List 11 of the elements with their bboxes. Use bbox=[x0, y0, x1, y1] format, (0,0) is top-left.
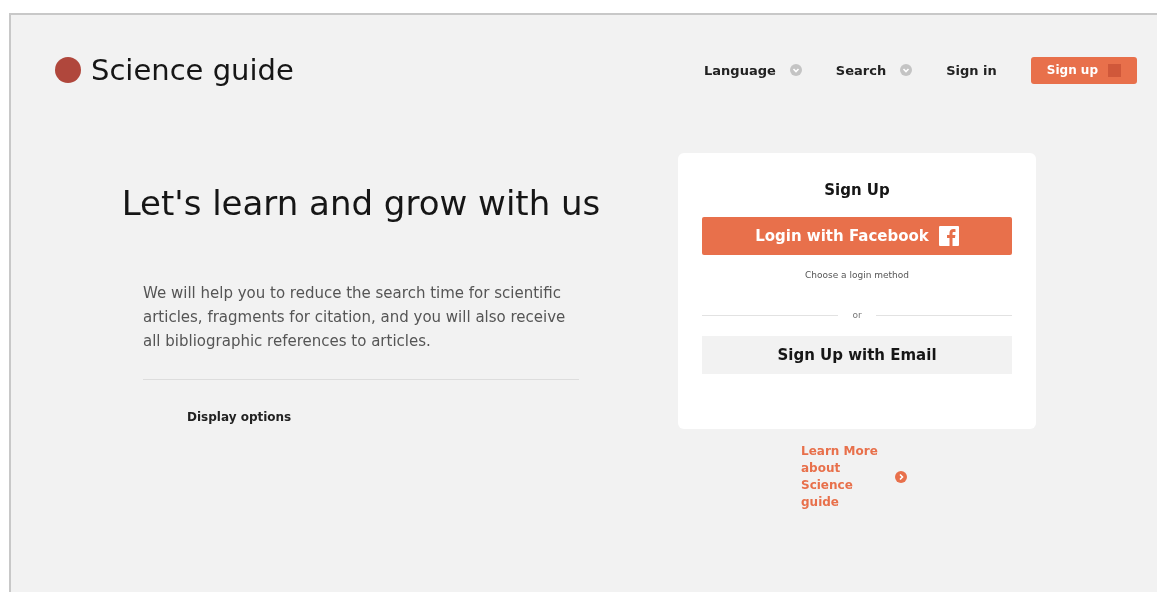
hero-text: We will help you to reduce the search time for scientific articles, fragments for citation, and you will also receive all bibliographic references to articles. bbox=[143, 283, 567, 352]
display-options-label: Display options bbox=[187, 410, 293, 424]
brand-name: Science guide bbox=[91, 53, 294, 87]
nav-dropdown[interactable]: Search bbox=[835, 62, 913, 78]
login-hint: Choose a login method bbox=[805, 270, 909, 280]
nav-dropdown[interactable]: Language bbox=[704, 62, 802, 78]
separator-label: or bbox=[852, 310, 862, 320]
nav-link[interactable]: Sign in bbox=[946, 62, 997, 78]
email-signup-button[interactable]: Sign Up with Email bbox=[702, 336, 1012, 374]
hero-heading: Let's learn and grow with us bbox=[120, 183, 602, 223]
card-title: Sign Up bbox=[824, 181, 890, 199]
